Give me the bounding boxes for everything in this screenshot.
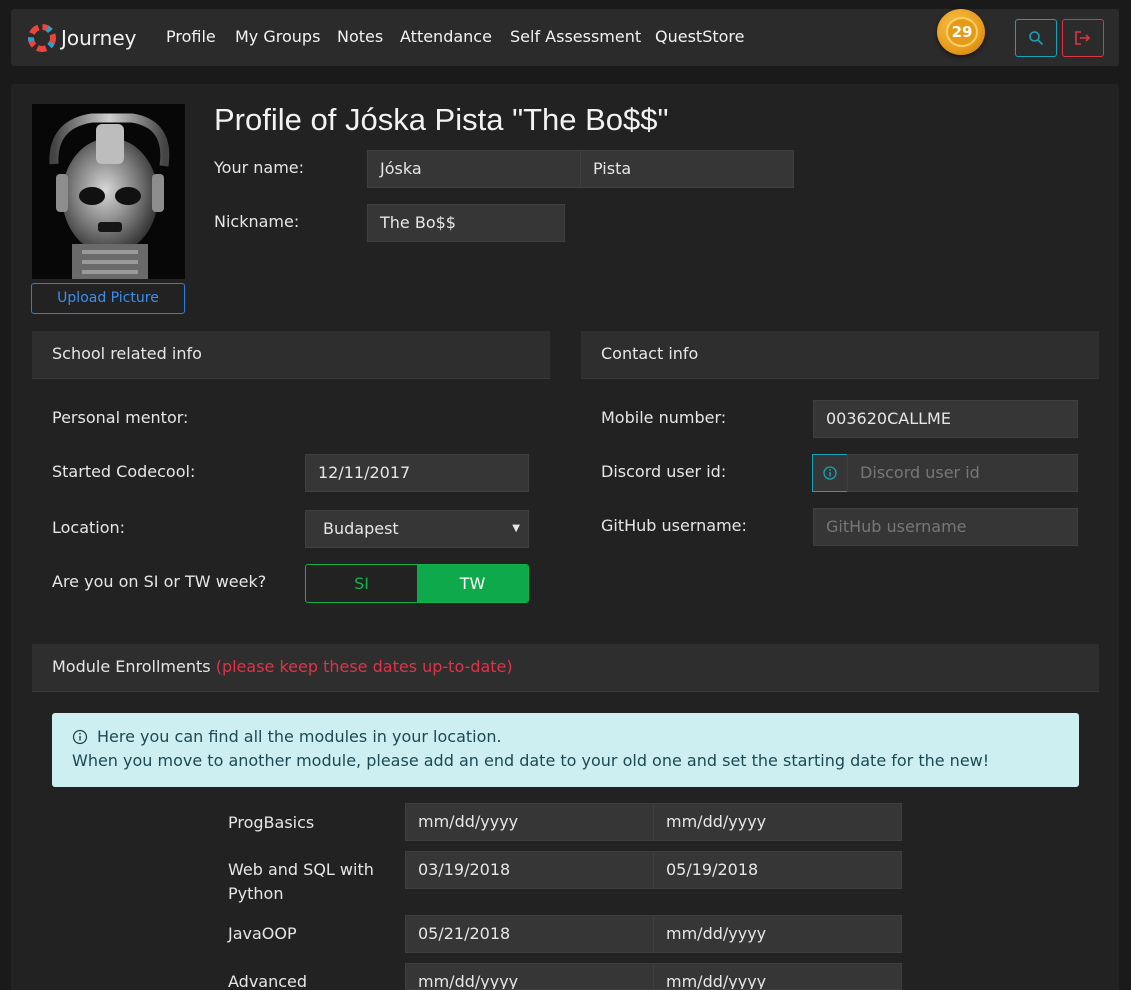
module-end-date-input[interactable]: mm/dd/yyyy — [653, 963, 902, 990]
week-type-label: Are you on SI or TW week? — [52, 572, 267, 591]
module-enrollments-title: Module Enrollments — [52, 657, 211, 676]
nav-link-profile[interactable]: Profile — [166, 27, 216, 46]
info-icon — [72, 729, 88, 745]
module-enrollments-warning: (please keep these dates up-to-date) — [215, 657, 513, 676]
module-end-date-input[interactable]: 05/19/2018 — [653, 851, 902, 889]
nickname-label: Nickname: — [214, 212, 300, 231]
location-select[interactable]: Budapest ▼ — [305, 510, 529, 548]
first-name-input[interactable]: Jóska — [367, 150, 581, 188]
discord-id-placeholder: Discord user id — [860, 463, 980, 482]
upload-picture-button[interactable]: Upload Picture — [31, 283, 185, 314]
profile-picture — [32, 104, 185, 279]
page-title: Profile of Jóska Pista "The Bo$$" — [214, 102, 669, 137]
module-enrollments-header: Module Enrollments (please keep these da… — [32, 644, 1099, 692]
mobile-number-input[interactable]: 003620CALLME — [813, 400, 1078, 438]
module-start-date-input[interactable]: 05/21/2018 — [405, 915, 654, 953]
mobile-number-label: Mobile number: — [601, 408, 727, 427]
discord-id-input[interactable]: Discord user id — [847, 454, 1078, 492]
nickname-input[interactable]: The Bo$$ — [367, 204, 565, 242]
location-selected-value: Budapest — [323, 519, 399, 538]
modules-info-alert: Here you can find all the modules in you… — [52, 713, 1079, 787]
nav-link-attendance[interactable]: Attendance — [400, 27, 492, 46]
alert-text-line1: Here you can find all the modules in you… — [97, 727, 502, 746]
chevron-down-icon: ▼ — [512, 523, 520, 534]
module-start-date-input[interactable]: 03/19/2018 — [405, 851, 654, 889]
discord-info-button[interactable] — [812, 454, 848, 492]
nav-link-queststore[interactable]: QuestStore — [655, 27, 744, 46]
nav-link-self-assessment[interactable]: Self Assessment — [510, 27, 641, 46]
started-codecool-label: Started Codecool: — [52, 462, 196, 481]
week-type-toggle: SI TW — [305, 564, 529, 603]
module-name: JavaOOP — [228, 924, 297, 943]
week-option-si[interactable]: SI — [306, 565, 417, 602]
info-icon — [823, 466, 837, 480]
module-end-date-input[interactable]: mm/dd/yyyy — [653, 803, 902, 841]
brand-name: Journey — [61, 26, 137, 50]
personal-mentor-label: Personal mentor: — [52, 408, 189, 427]
alert-text-line2: When you move to another module, please … — [72, 751, 990, 770]
github-label: GitHub username: — [601, 516, 747, 535]
school-info-header: School related info — [32, 331, 550, 379]
module-start-date-input[interactable]: mm/dd/yyyy — [405, 803, 654, 841]
logout-button[interactable] — [1062, 19, 1104, 57]
search-button[interactable] — [1015, 19, 1057, 57]
nav-link-notes[interactable]: Notes — [337, 27, 383, 46]
module-end-date-input[interactable]: mm/dd/yyyy — [653, 915, 902, 953]
last-name-input[interactable]: Pista — [580, 150, 794, 188]
nav-link-my-groups[interactable]: My Groups — [235, 27, 320, 46]
module-name: Advanced — [228, 972, 308, 990]
cyberman-avatar-image — [32, 104, 185, 279]
logout-icon — [1075, 31, 1091, 45]
module-start-date-input[interactable]: mm/dd/yyyy — [405, 963, 654, 990]
location-label: Location: — [52, 518, 126, 537]
contact-info-header: Contact info — [581, 331, 1099, 379]
module-name: ProgBasics — [228, 813, 315, 832]
coin-count: 29 — [946, 17, 978, 47]
journey-logo-icon — [28, 24, 56, 52]
coin-balance: 29 — [937, 9, 987, 55]
search-icon — [1029, 31, 1043, 45]
started-codecool-input[interactable]: 12/11/2017 — [305, 454, 529, 492]
discord-label: Discord user id: — [601, 462, 727, 481]
your-name-label: Your name: — [214, 158, 305, 177]
week-option-tw[interactable]: TW — [417, 565, 528, 602]
brand-link[interactable]: Journey — [27, 23, 137, 53]
module-name: Web and SQL with Python — [228, 860, 374, 903]
github-username-placeholder: GitHub username — [826, 517, 967, 536]
github-username-input[interactable]: GitHub username — [813, 508, 1078, 546]
